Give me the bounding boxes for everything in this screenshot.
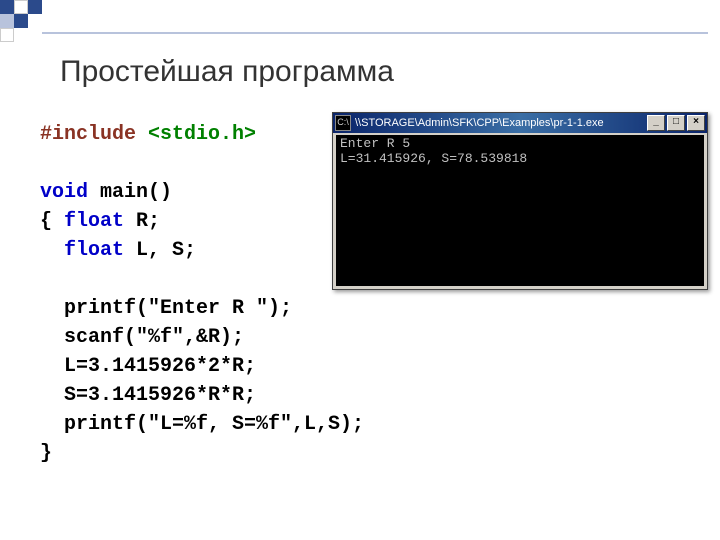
code-block: #include <stdio.h> void main() { float R… [40,120,364,468]
console-line2: L=31.415926, S=78.539818 [340,151,527,166]
code-kw-float2: float [64,239,124,262]
code-var-ls: L, S; [124,239,196,262]
maximize-button[interactable]: □ [667,115,685,131]
code-indent [40,239,64,262]
console-line1: Enter R 5 [340,136,410,151]
corner-decoration [0,0,60,40]
console-titlebar: C:\ \\STORAGE\Admin\SFK\CPP\Examples\pr-… [333,113,707,133]
code-var-r: R; [124,210,160,233]
console-icon: C:\ [335,115,351,131]
code-kw-void: void [40,181,88,204]
header-rule [42,32,708,34]
code-printf2: printf("L=%f, S=%f",L,S); [40,413,364,436]
code-scanf: scanf("%f",&R); [40,326,244,349]
code-printf1: printf("Enter R "); [40,297,292,320]
code-brace-close: } [40,442,52,465]
close-button[interactable]: × [687,115,705,131]
console-window: C:\ \\STORAGE\Admin\SFK\CPP\Examples\pr-… [332,112,708,290]
page-title: Простейшая программа [60,55,394,89]
code-main-sig: main() [88,181,172,204]
code-kw-float1: float [64,210,124,233]
code-calc-s: S=3.1415926*R*R; [40,384,256,407]
code-include: #include [40,123,148,146]
code-header: <stdio.h> [148,123,256,146]
code-calc-l: L=3.1415926*2*R; [40,355,256,378]
code-brace-open: { [40,210,64,233]
minimize-button[interactable]: _ [647,115,665,131]
console-path: \\STORAGE\Admin\SFK\CPP\Examples\pr-1-1.… [355,117,645,129]
console-output: Enter R 5 L=31.415926, S=78.539818 [336,135,704,286]
